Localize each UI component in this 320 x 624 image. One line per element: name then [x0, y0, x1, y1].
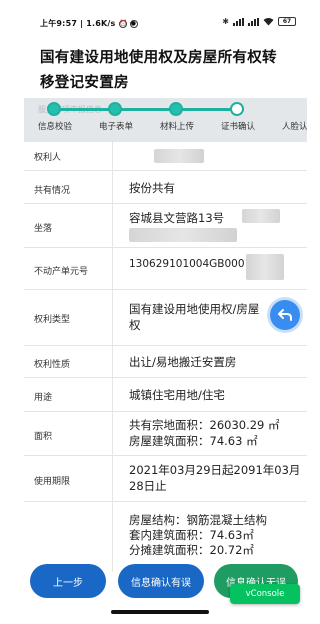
row-co-ownership: 共有情况 按份共有: [24, 171, 307, 204]
status-time: 上午9:57: [40, 19, 78, 28]
row-divider: [112, 456, 113, 501]
step-label-2[interactable]: 电子表单: [99, 120, 133, 132]
value-co-ownership: 按份共有: [129, 181, 175, 195]
label-period: 使用期限: [34, 477, 71, 487]
label-location: 坐落: [34, 224, 53, 234]
page-title: 国有建设用地使用权及房屋所有权转移登记安置房: [40, 50, 277, 91]
label-right-nature: 权利性质: [34, 360, 71, 370]
value-period-line1: 2021年03月29日起2091年03月: [129, 463, 301, 477]
row-divider: [112, 412, 113, 455]
label-unit-number: 不动产单元号: [34, 267, 89, 277]
step-label-5[interactable]: 人脸认: [282, 120, 307, 132]
step-label-3[interactable]: 材料上传: [160, 120, 194, 132]
status-left: 上午9:57 | 1.6K/s ⏰ ●: [40, 18, 138, 29]
step-dot-2: [108, 102, 122, 116]
alarm-icon: ⏰: [118, 19, 128, 28]
row-divider: [112, 346, 113, 377]
wifi-icon: [263, 18, 274, 26]
step-label-1[interactable]: 信息校验: [38, 120, 72, 132]
value-unit-number: 130629101004GB000: [129, 258, 245, 270]
label-usage: 用途: [34, 393, 53, 403]
status-right: ✱ 67: [222, 17, 296, 26]
row-divider: [112, 290, 113, 345]
value-right-nature: 出让/易地搬迁安置房: [129, 355, 237, 369]
info-table: 权利人 共有情况 按份共有 坐落 容城县文营路13号 不动产单元号 130629…: [24, 142, 307, 572]
redacted-address-1: [242, 209, 280, 223]
value-structure-line2: 套内建筑面积：74.63㎡: [129, 528, 254, 542]
value-right-type-line1: 国有建设用地使用权/房屋: [129, 302, 260, 316]
battery-icon: 67: [278, 17, 296, 26]
redacted-name: [154, 149, 204, 163]
label-right-holder: 权利人: [34, 153, 62, 163]
row-area: 面积 共有宗地面积：26030.29 ㎡ 房屋建筑面积：74.63 ㎡: [24, 412, 307, 456]
prev-step-button[interactable]: 上一步: [30, 564, 106, 598]
redacted-unit-number: [246, 254, 284, 280]
value-right-type-line2: 权: [129, 318, 141, 332]
label-right-type: 权利类型: [34, 315, 71, 325]
row-divider: [112, 204, 113, 247]
value-location: 容城县文营路13号: [129, 211, 225, 225]
value-period-line2: 28日止: [129, 479, 167, 493]
signal-icon: [233, 17, 244, 26]
row-divider: [112, 378, 113, 411]
info-error-button[interactable]: 信息确认有误: [118, 564, 204, 598]
label-co-ownership: 共有情况: [34, 186, 71, 196]
row-divider: [112, 171, 113, 203]
bottom-action-bar: 上一步 信息确认有误 信息确认无误 vConsole: [24, 556, 307, 606]
signal-2-icon: [248, 17, 259, 26]
step-line: [54, 108, 244, 111]
vconsole-button[interactable]: vConsole: [230, 584, 300, 604]
bluetooth-icon: ✱: [222, 17, 229, 26]
row-divider: [112, 142, 113, 170]
progress-stepper: 服务事项申报信息 信息校验 电子表单 材料上传 证书确认 人脸认: [24, 98, 307, 142]
notification-icon: ●: [129, 19, 138, 28]
row-divider: [112, 248, 113, 289]
value-area-line1: 共有宗地面积：26030.29 ㎡: [129, 418, 280, 432]
row-right-type: 权利类型 国有建设用地使用权/房屋 权: [24, 290, 307, 346]
return-button[interactable]: [270, 300, 300, 330]
row-period: 使用期限 2021年03月29日起2091年03月 28日止: [24, 456, 307, 502]
row-unit-number: 不动产单元号 130629101004GB000: [24, 248, 307, 290]
step-dot-4: [230, 102, 244, 116]
redacted-address-2: [129, 228, 237, 242]
status-separator: |: [80, 19, 84, 28]
step-dot-3: [169, 102, 183, 116]
row-usage: 用途 城镇住宅用地/住宅: [24, 378, 307, 412]
phone-screen: 上午9:57 | 1.6K/s ⏰ ● ✱ 67 国有建设用地使用权及房屋所有权…: [0, 0, 320, 624]
value-area-line2: 房屋建筑面积：74.63 ㎡: [129, 434, 258, 448]
value-structure-line1: 房屋结构：钢筋混凝土结构: [129, 513, 267, 527]
row-location: 坐落 容城县文营路13号: [24, 204, 307, 248]
step-label-4[interactable]: 证书确认: [221, 120, 255, 132]
status-bar: 上午9:57 | 1.6K/s ⏰ ● ✱ 67: [0, 0, 320, 46]
label-area: 面积: [34, 432, 53, 442]
row-right-nature: 权利性质 出让/易地搬迁安置房: [24, 346, 307, 378]
return-arrow-icon: [278, 309, 292, 321]
step-dot-1: [47, 102, 61, 116]
row-right-holder: 权利人: [24, 142, 307, 171]
value-usage: 城镇住宅用地/住宅: [129, 388, 225, 402]
net-speed: 1.6K/s: [86, 19, 116, 28]
home-indicator[interactable]: [111, 610, 209, 614]
